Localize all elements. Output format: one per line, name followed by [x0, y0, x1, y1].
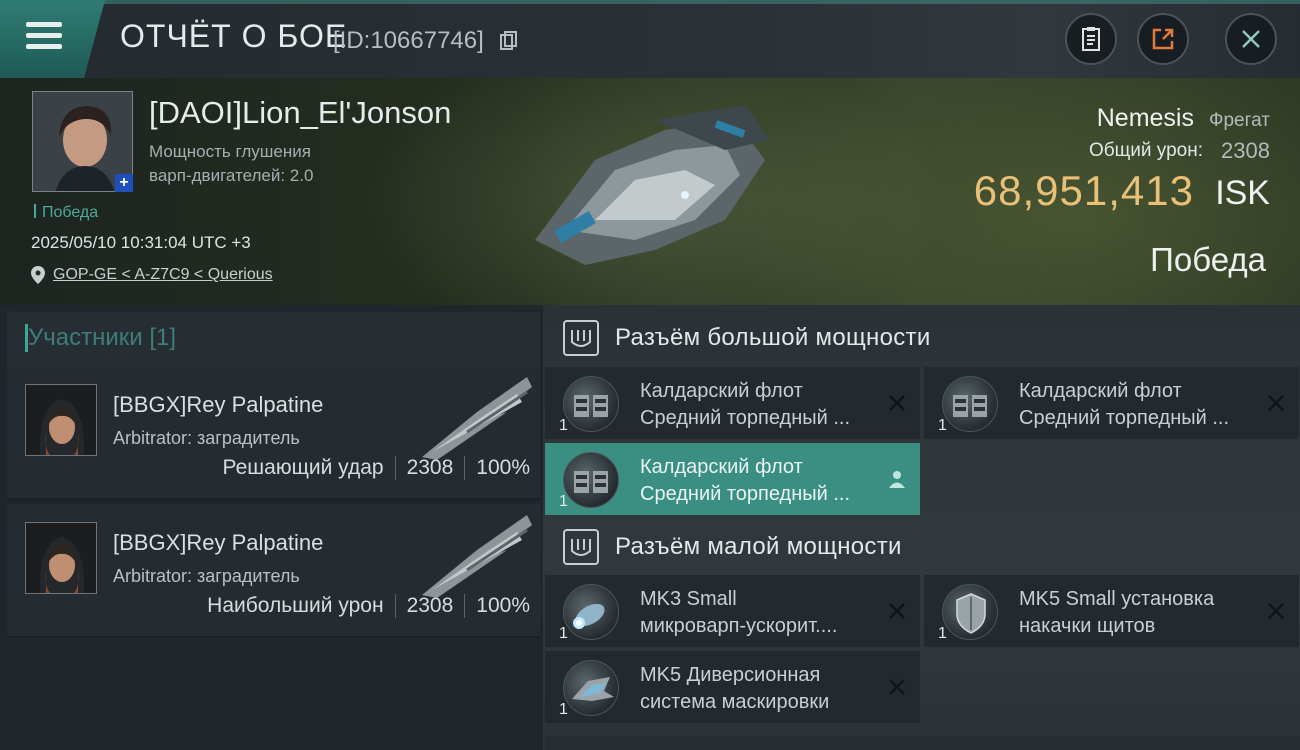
clipboard-button[interactable] [1065, 13, 1117, 65]
top-accent-line [0, 0, 1300, 4]
participant-ship: Arbitrator: заградитель [113, 566, 300, 586]
location-link[interactable]: GOP-GE < A-Z7C9 < Querious [53, 266, 273, 284]
participant-ship-image [422, 377, 532, 460]
module-qty: 1 [559, 701, 568, 718]
slot-icon [563, 529, 599, 565]
destroyed-x-icon [1268, 395, 1284, 411]
module-name: MK5 Диверсионная [640, 664, 821, 686]
battle-location: GOP-GE < A-Z7C9 < Querious [31, 266, 273, 284]
victim-ship-name: Nemesis [1096, 104, 1194, 132]
torpedo-launcher-icon [563, 452, 619, 508]
participant-stats: Решающий удар 2308 100% [223, 456, 530, 480]
participant-name: [BBGX]Rey Palpatine [113, 392, 324, 417]
module-name-2: Средний торпедный ... [1019, 407, 1230, 429]
destroyed-x-icon [889, 395, 905, 411]
module-name-2: микроварп-ускорит.... [640, 615, 838, 637]
top-bar: ОТЧЁТ О БОЕ [ID:10667746] [0, 0, 1300, 78]
warp-strength-value: варп-двигателей: 2.0 [149, 166, 314, 185]
module-item[interactable]: 1 MK5 Small установка накачки щитов [924, 575, 1299, 647]
destroyed-x-icon [889, 679, 905, 695]
cloaking-device-icon [563, 660, 619, 716]
module-item[interactable]: 1 Калдарский флот Средний торпедный ... [545, 443, 920, 515]
shield-extender-icon [942, 584, 998, 640]
share-icon [1152, 28, 1174, 50]
participant-damage: 2308 [406, 594, 454, 617]
module-item[interactable]: 1 MK5 Диверсионная система маскировки [545, 651, 920, 723]
close-icon [1242, 30, 1260, 48]
battle-id: [ID:10667746] [333, 27, 484, 54]
module-name: MK3 Small [640, 588, 737, 610]
participant-row[interactable]: [BBGX]Rey Palpatine Arbitrator: заградит… [7, 504, 540, 638]
result-tag: Победа [34, 204, 98, 222]
menu-icon[interactable] [26, 22, 62, 52]
module-item[interactable]: 1 Калдарский флот Средний торпедный ... [545, 367, 920, 439]
add-icon[interactable]: + [115, 174, 133, 192]
divider [464, 594, 466, 618]
divider [394, 594, 396, 618]
isk-unit: ISK [1215, 174, 1270, 212]
low-slot-title: Разъём малой мощности [615, 533, 902, 560]
high-slot-title: Разъём большой мощности [615, 324, 931, 351]
result-label: Победа [1150, 241, 1266, 278]
participant-damage: 2308 [406, 456, 454, 479]
module-item[interactable]: 1 Калдарский флот Средний торпедный ... [924, 367, 1299, 439]
torpedo-launcher-icon [942, 376, 998, 432]
divider [464, 456, 466, 480]
page-title: ОТЧЁТ О БОЕ [120, 18, 348, 54]
participant-role: Решающий удар [222, 456, 384, 479]
destroyed-x-icon [1268, 603, 1284, 619]
low-slot-header: Разъём малой мощности [545, 515, 1300, 579]
module-name-2: система маскировки [640, 691, 830, 713]
participant-ship: Arbitrator: заградитель [113, 428, 300, 448]
copy-icon[interactable] [500, 31, 518, 51]
location-pin-icon [31, 266, 45, 284]
participant-role: Наибольший урон [207, 594, 384, 617]
module-item[interactable]: 1 MK3 Small микроварп-ускорит.... [545, 575, 920, 647]
victim-ship-class: Фрегат [1209, 110, 1270, 131]
divider [394, 456, 396, 480]
participant-avatar [25, 384, 97, 456]
torpedo-launcher-icon [563, 376, 619, 432]
participants-title: Участники [1] [24, 324, 177, 352]
close-button[interactable] [1225, 13, 1277, 65]
module-name-2: Средний торпедный ... [640, 407, 851, 429]
warp-strength-label: Мощность глушения [149, 142, 311, 161]
isk-value: 68,951,413 [973, 167, 1194, 214]
participant-ship-image [422, 515, 532, 598]
high-slot-header: Разъём большой мощности [545, 306, 1300, 370]
share-button[interactable] [1137, 13, 1189, 65]
participant-row[interactable]: [BBGX]Rey Palpatine Arbitrator: заградит… [7, 366, 540, 500]
module-qty: 1 [559, 625, 568, 642]
module-qty: 1 [559, 493, 568, 510]
participant-name: [BBGX]Rey Palpatine [113, 530, 324, 555]
total-damage-value: 2308 [1221, 138, 1270, 163]
destroyed-x-icon [889, 603, 905, 619]
module-name-2: Средний торпедный ... [640, 483, 851, 505]
microwarpdrive-icon [563, 584, 619, 640]
victim-name[interactable]: [DAOI]Lion_El'Jonson [149, 95, 451, 131]
participant-percent: 100% [476, 594, 530, 617]
module-name-2: накачки щитов [1019, 615, 1156, 637]
participant-avatar [25, 522, 97, 594]
module-name: Калдарский флот [1019, 380, 1182, 402]
dropped-person-icon [889, 471, 905, 488]
module-name: Калдарский флот [640, 380, 803, 402]
module-qty: 1 [938, 625, 947, 642]
module-name: MK5 Small установка [1019, 588, 1215, 610]
clipboard-icon [1082, 27, 1100, 51]
module-name: Калдарский флот [640, 456, 803, 478]
module-qty: 1 [938, 417, 947, 434]
module-qty: 1 [559, 417, 568, 434]
slot-icon [563, 320, 599, 356]
battle-datetime: 2025/05/10 10:31:04 UTC +3 [31, 233, 251, 252]
participant-stats: Наибольший урон 2308 100% [207, 594, 530, 618]
total-damage-label: Общий урон: [1089, 140, 1203, 161]
victim-ship-image [535, 105, 770, 265]
participant-percent: 100% [476, 456, 530, 479]
next-section-edge [545, 736, 1300, 750]
